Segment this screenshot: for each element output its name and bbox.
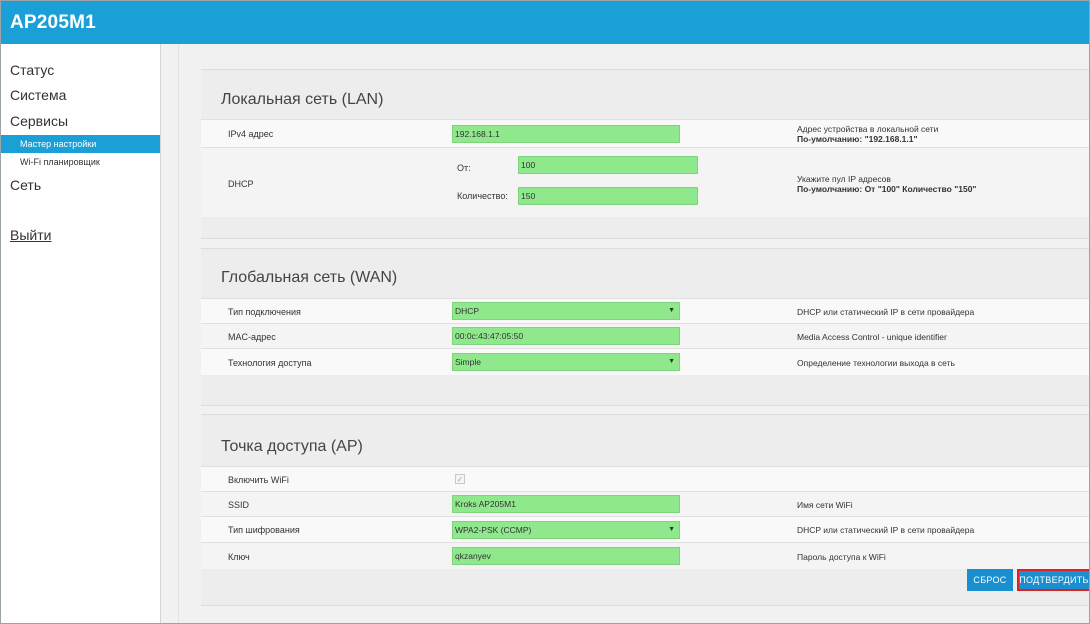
ap-wifi-row: Включить WiFi ✓ <box>201 466 1089 491</box>
ap-key-row: Ключ qkzanyev Пароль доступа к WiFi <box>201 542 1089 569</box>
lan-panel: Локальная сеть (LAN) IPv4 адрес 192.168.… <box>201 69 1089 239</box>
lan-title: Локальная сеть (LAN) <box>221 91 384 108</box>
sidebar-item-setup-wizard[interactable]: Мастер настройки <box>1 135 160 153</box>
ap-title: Точка доступа (AP) <box>221 438 363 455</box>
ap-enc-row: Тип шифрования WPA2-PSK (CCMP) ▼ DHCP ил… <box>201 516 1089 542</box>
dhcp-help-line-1: Укажите пул IP адресов <box>797 174 891 184</box>
sidebar-item-network[interactable]: Сеть <box>10 177 41 193</box>
app-header: AP205M1 <box>1 1 1089 44</box>
encryption-label: Тип шифрования <box>228 525 300 535</box>
mac-label: MAC-адрес <box>228 332 276 342</box>
dhcp-from-input[interactable]: 100 <box>518 156 698 174</box>
dhcp-count-input[interactable]: 150 <box>518 187 698 205</box>
logout-link[interactable]: Выйти <box>10 227 51 243</box>
conn-type-select[interactable]: DHCP ▼ <box>452 302 680 320</box>
lan-ipv4-row: IPv4 адрес 192.168.1.1 Адрес устройства … <box>201 119 1089 147</box>
access-tech-label: Технология доступа <box>228 358 312 368</box>
enable-wifi-checkbox[interactable]: ✓ <box>455 474 465 484</box>
access-tech-help: Определение технологии выхода в сеть <box>797 358 955 368</box>
wan-title: Глобальная сеть (WAN) <box>221 269 398 286</box>
enable-wifi-label: Включить WiFi <box>228 475 289 485</box>
access-tech-select[interactable]: Simple ▼ <box>452 353 680 371</box>
encryption-select[interactable]: WPA2-PSK (CCMP) ▼ <box>452 521 680 539</box>
confirm-button[interactable]: ПОДТВЕРДИТЬ <box>1017 569 1089 591</box>
dhcp-label: DHCP <box>228 179 254 189</box>
chevron-down-icon: ▼ <box>668 307 675 314</box>
mac-help: Media Access Control - unique identifier <box>797 332 947 342</box>
wan-panel: Глобальная сеть (WAN) Тип подключения DH… <box>201 248 1089 406</box>
ssid-input[interactable]: Kroks AP205M1 <box>452 495 680 513</box>
sidebar-item-system[interactable]: Система <box>10 87 66 103</box>
app-title: AP205M1 <box>10 12 96 33</box>
conn-type-help: DHCP или статический IP в сети провайдер… <box>797 307 975 317</box>
chevron-down-icon: ▼ <box>668 358 675 365</box>
wan-conn-row: Тип подключения DHCP ▼ DHCP или статичес… <box>201 298 1089 323</box>
key-input[interactable]: qkzanyev <box>452 547 680 565</box>
ssid-help: Имя сети WiFi <box>797 500 853 510</box>
ap-panel: Точка доступа (AP) Включить WiFi ✓ SSID … <box>201 414 1089 606</box>
sidebar-item-status[interactable]: Статус <box>10 62 54 78</box>
dhcp-count-label: Количество: <box>457 191 508 201</box>
ipv4-help-line-2: По-умолчанию: "192.168.1.1" <box>797 134 918 144</box>
ipv4-label: IPv4 адрес <box>228 129 274 139</box>
reset-button[interactable]: СБРОС <box>967 569 1013 591</box>
main-content: Локальная сеть (LAN) IPv4 адрес 192.168.… <box>179 44 1089 623</box>
dhcp-help-line-2: По-умолчанию: От "100" Количество "150" <box>797 184 977 194</box>
mac-input[interactable]: 00:0c:43:47:05:50 <box>452 327 680 345</box>
dhcp-help: Укажите пул IP адресов По-умолчанию: От … <box>797 174 976 194</box>
conn-type-label: Тип подключения <box>228 307 301 317</box>
sidebar-gutter <box>161 44 179 623</box>
ap-ssid-row: SSID Kroks AP205M1 Имя сети WiFi <box>201 491 1089 516</box>
wan-tech-row: Технология доступа Simple ▼ Определение … <box>201 348 1089 375</box>
app-window: AP205M1 Статус Система Сервисы Мастер на… <box>0 0 1090 624</box>
wan-mac-row: MAC-адрес 00:0c:43:47:05:50 Media Access… <box>201 323 1089 348</box>
access-tech-value: Simple <box>455 357 481 367</box>
key-help: Пароль доступа к WiFi <box>797 552 886 562</box>
ipv4-help-line-1: Адрес устройства в локальной сети <box>797 124 939 134</box>
lan-dhcp-row: DHCP От: 100 Количество: 150 Укажите пул… <box>201 147 1089 217</box>
sidebar: Статус Система Сервисы Мастер настройки … <box>1 44 161 623</box>
ssid-label: SSID <box>228 500 250 510</box>
sidebar-item-wifi-scheduler[interactable]: Wi-Fi планировщик <box>1 153 160 171</box>
conn-type-value: DHCP <box>455 306 480 316</box>
key-label: Ключ <box>228 552 250 562</box>
chevron-down-icon: ▼ <box>668 526 675 533</box>
encryption-value: WPA2-PSK (CCMP) <box>455 525 532 535</box>
encryption-help: DHCP или статический IP в сети провайдер… <box>797 525 975 535</box>
ipv4-input[interactable]: 192.168.1.1 <box>452 125 680 143</box>
ipv4-help: Адрес устройства в локальной сети По-умо… <box>797 124 938 144</box>
dhcp-from-label: От: <box>457 163 471 173</box>
sidebar-item-services[interactable]: Сервисы <box>10 113 68 129</box>
